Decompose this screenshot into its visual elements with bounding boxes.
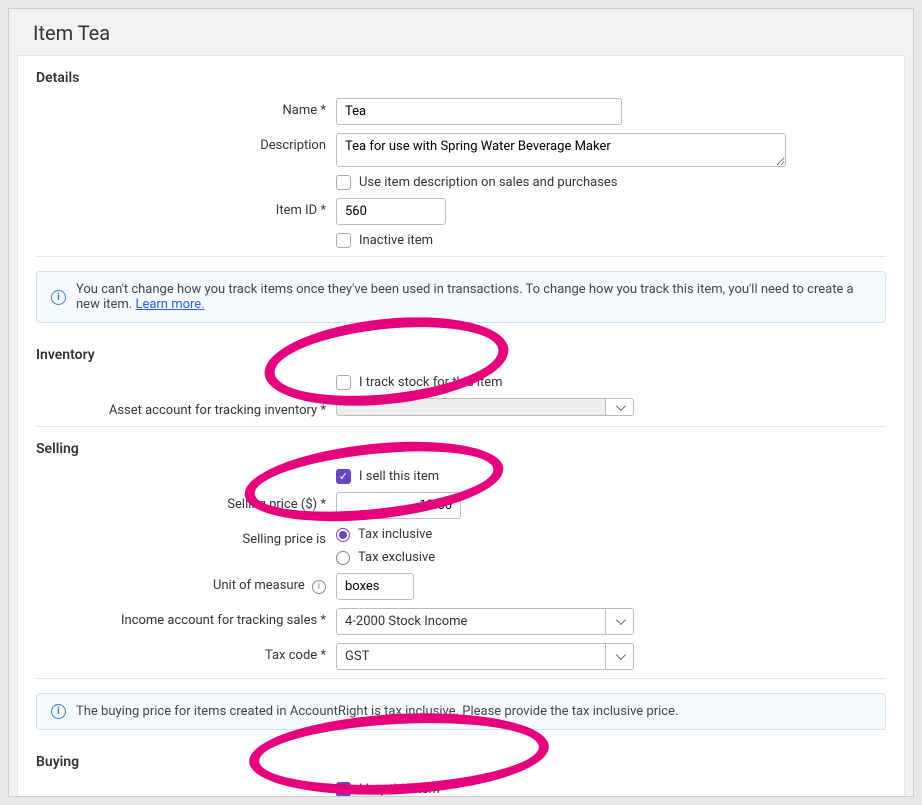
- selling-price-input[interactable]: [336, 492, 461, 519]
- selling-price-is-label: Selling price is: [36, 527, 336, 547]
- asset-account-dropdown-button: [606, 398, 634, 416]
- income-account-label: Income account for tracking sales *: [36, 608, 336, 628]
- divider: [36, 678, 886, 679]
- chevron-down-icon: [616, 618, 623, 625]
- section-details-title: Details: [36, 56, 886, 98]
- divider: [36, 256, 886, 257]
- learn-more-link[interactable]: Learn more.: [135, 297, 204, 312]
- page-title: Item Tea: [9, 9, 913, 55]
- item-card: Details Name * Description Tea for use w…: [17, 55, 905, 797]
- buy-item-checkbox[interactable]: ✓: [336, 782, 351, 797]
- section-inventory-title: Inventory: [36, 333, 886, 375]
- chevron-down-icon: [616, 404, 623, 411]
- tax-code-dropdown-button[interactable]: [606, 643, 634, 670]
- uom-label: Unit of measure: [213, 578, 305, 593]
- track-stock-label: I track stock for this item: [359, 375, 503, 390]
- info-icon: i: [51, 290, 66, 305]
- buying-info-banner: i The buying price for items created in …: [36, 693, 886, 730]
- sell-item-checkbox[interactable]: ✓: [336, 469, 351, 484]
- description-label: Description: [36, 133, 336, 153]
- use-description-label: Use item description on sales and purcha…: [359, 175, 618, 190]
- inactive-label: Inactive item: [359, 233, 433, 248]
- tax-inclusive-label: Tax inclusive: [358, 527, 432, 542]
- tax-inclusive-radio[interactable]: [336, 528, 350, 542]
- inactive-checkbox[interactable]: [336, 233, 351, 248]
- section-selling-title: Selling: [36, 427, 886, 469]
- use-description-checkbox[interactable]: [336, 175, 351, 190]
- section-buying-title: Buying: [36, 740, 886, 782]
- chevron-down-icon: [616, 653, 623, 660]
- uom-input[interactable]: [336, 573, 414, 600]
- income-account-dropdown-button[interactable]: [606, 608, 634, 635]
- track-stock-checkbox[interactable]: [336, 375, 351, 390]
- tax-code-label: Tax code *: [36, 643, 336, 663]
- item-id-label: Item ID *: [36, 198, 336, 218]
- selling-price-label: Selling price ($) *: [36, 492, 336, 512]
- income-account-select[interactable]: 4-2000 Stock Income: [336, 608, 606, 635]
- info-icon: i: [51, 704, 66, 719]
- name-input[interactable]: [336, 98, 622, 125]
- asset-account-label: Asset account for tracking inventory *: [36, 398, 336, 418]
- buy-item-label: I buy this item: [359, 782, 440, 797]
- description-textarea[interactable]: Tea for use with Spring Water Beverage M…: [336, 133, 786, 167]
- info-icon[interactable]: i: [312, 580, 326, 594]
- tax-exclusive-label: Tax exclusive: [358, 550, 435, 565]
- buying-info-text: The buying price for items created in Ac…: [76, 704, 678, 719]
- name-label: Name *: [36, 98, 336, 118]
- tracking-info-banner: i You can't change how you track items o…: [36, 271, 886, 323]
- sell-item-label: I sell this item: [359, 469, 439, 484]
- asset-account-select: [336, 398, 606, 416]
- tax-code-select[interactable]: GST: [336, 643, 606, 670]
- item-id-input[interactable]: [336, 198, 446, 225]
- tax-exclusive-radio[interactable]: [336, 551, 350, 565]
